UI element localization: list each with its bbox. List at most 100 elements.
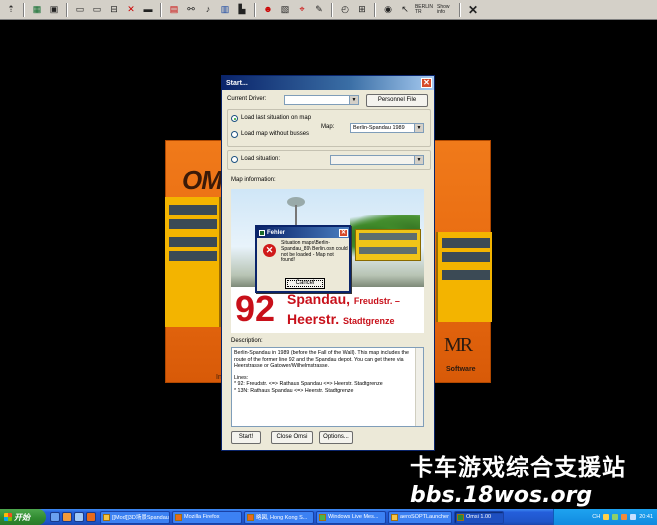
bus-front-icon[interactable]: ▥ [218,3,232,17]
bus-add-icon[interactable]: ▭ [90,3,104,17]
taskbar-item[interactable]: Mozilla Firefox [172,510,242,524]
show-info-button[interactable]: Show info [436,3,454,17]
schedule-icon[interactable]: ▧ [278,3,292,17]
toolbar-separator [374,2,376,17]
load-without-buses-label: Load map without busses [241,131,310,137]
toolbar-separator [254,2,256,17]
taskbar: 开始 [[Mod]]3D场景Spandau... Mozilla Firefox… [0,509,657,525]
error-dialog: Fehler ✕ ✕ Situation maps\Berlin-Spandau… [255,225,351,293]
taskbar-item[interactable]: 略図, Hong Kong S... [244,510,314,524]
start-dialog-title: Start... [226,79,248,87]
toolbar-separator [331,2,333,17]
map-information-label: Map information: [231,177,276,183]
toolbar-separator [23,2,25,17]
arrow-up-icon[interactable]: ⇡ [4,3,18,17]
save-icon[interactable]: ▣ [47,3,61,17]
route-number: 92 [235,288,276,329]
description-scrollbar[interactable] [415,348,423,426]
close-icon[interactable]: ✕ [466,3,480,17]
mr-software-label: Software [446,366,476,373]
close-omsi-button[interactable]: Close Omsi [271,431,313,444]
system-tray: CH 20:41 [553,509,657,525]
close-icon[interactable]: ✕ [339,228,348,237]
taskbar-item[interactable]: [[Mod]]3D场景Spandau... [100,510,170,524]
taskbar-item[interactable]: Windows Live Mes... [316,510,386,524]
eye-icon[interactable]: ◉ [381,3,395,17]
double-decker-bus [355,229,421,261]
taskbar-item[interactable]: aeroSOPTLauncher [388,510,452,524]
bus-edit-icon[interactable]: ▬ [141,3,155,17]
error-icon: ✕ [263,244,276,257]
camera-icon[interactable]: ▤ [167,3,181,17]
language-indicator[interactable]: CH [592,514,600,520]
cursor-icon[interactable]: ↖ [398,3,412,17]
load-situation-label: Load situation: [241,156,281,162]
main-toolbar: ⇡ ▦ ▣ ▭ ▭ ⊟ ✕ ▬ ▤ ⚯ ♪ ▥ ▙ ☻ ▧ ⌖ ✎ ◴ ⊞ ◉ … [0,0,657,20]
radio-button[interactable]: BERLIN TR [415,3,433,17]
driver-icon[interactable]: ☻ [261,3,275,17]
close-icon[interactable]: ✕ [421,78,432,88]
description-paragraph: * 13N: Rathaus Spandau <=> Heerstr. Stad… [234,387,354,394]
load-last-radio[interactable] [231,115,238,122]
messenger-icon [319,513,326,521]
app-icon [391,513,398,521]
personnel-file-button[interactable]: Personnel File [366,94,428,107]
description-paragraph: Lines: [234,374,249,381]
mr-logo: MR [444,334,473,356]
connect-icon[interactable]: ⚯ [184,3,198,17]
splash-bus-image [436,232,492,322]
toolbar-separator [459,2,461,17]
load-situation-select[interactable]: ▼ [330,155,424,165]
load-situation-radio[interactable] [231,156,238,163]
bus-stop-icon[interactable]: ⊟ [107,3,121,17]
toolbar-separator [66,2,68,17]
media-player-icon[interactable] [62,512,72,522]
map-select[interactable]: Berlin-Spandau 1989 ▼ [350,123,424,133]
sound-icon[interactable]: ♪ [201,3,215,17]
error-dialog-title: Fehler [259,229,285,236]
brush-icon[interactable]: ✎ [312,3,326,17]
load-last-label: Load last situation on map [241,115,312,121]
show-desktop-icon[interactable] [74,512,84,522]
chevron-down-icon: ▼ [414,124,423,132]
timetable-icon[interactable]: ⊞ [355,3,369,17]
tray-icon[interactable] [603,514,610,520]
clock[interactable]: 20:41 [639,514,653,520]
start-dialog-titlebar[interactable]: Start... ✕ [222,76,434,90]
splash-bus-image [165,197,221,327]
tray-icon[interactable] [621,514,628,520]
load-without-buses-radio[interactable] [231,131,238,138]
options-button[interactable]: Options... [319,431,353,444]
tray-icon[interactable] [612,514,619,520]
map-icon[interactable]: ▦ [30,3,44,17]
description-paragraph: Berlin-Spandau in 1989 (before the Fall … [234,350,409,370]
ie-icon[interactable] [50,512,60,522]
windows-logo-icon [4,513,12,521]
app-icon [259,229,265,236]
current-driver-select[interactable]: ▼ [284,95,359,105]
delete-icon[interactable]: ✕ [124,3,138,17]
chevron-down-icon: ▼ [414,156,423,164]
firefox-icon[interactable] [86,512,96,522]
tray-icon[interactable] [630,514,637,520]
pin-icon[interactable]: ⌖ [295,3,309,17]
map-value: Berlin-Spandau 1989 [353,125,405,131]
cancel-button[interactable]: Cancel [285,278,325,289]
firefox-icon [175,513,182,521]
taskbar-item[interactable]: Omsi 1.00 [454,510,504,524]
clock-icon[interactable]: ◴ [338,3,352,17]
description-textarea[interactable]: Berlin-Spandau in 1989 (before the Fall … [231,347,424,427]
map-label: Map: [321,124,335,130]
show-info-label: Show info [437,3,450,15]
description-label: Description: [231,338,263,344]
toolbar-separator [160,2,162,17]
route-line1: Spandau, Freudstr. – [287,291,400,307]
lock-icon[interactable]: ▙ [235,3,249,17]
route-banner: 92 Spandau, Freudstr. – Heerstr. Stadtgr… [231,287,424,333]
radio-label: BERLIN TR [414,3,434,15]
current-driver-label: Current Driver: [227,96,267,102]
bus-icon[interactable]: ▭ [73,3,87,17]
start-menu-button[interactable]: 开始 [0,509,46,525]
error-dialog-titlebar[interactable]: Fehler ✕ [257,227,349,238]
start-button[interactable]: Start! [231,431,261,444]
